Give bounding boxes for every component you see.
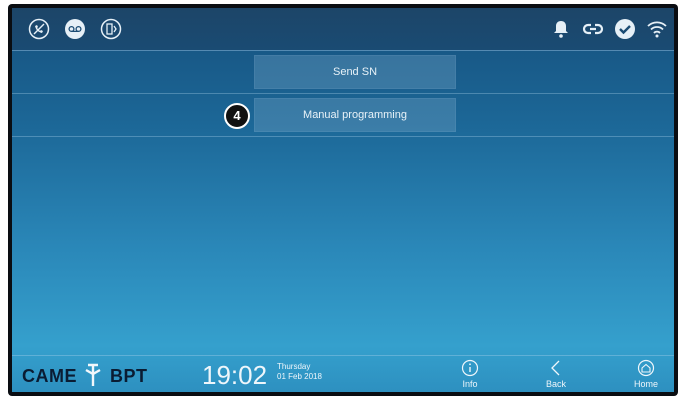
info-label: Info (462, 379, 478, 389)
home-icon (637, 359, 655, 377)
back-button[interactable]: Back (536, 359, 576, 389)
back-label: Back (545, 379, 566, 389)
step-badge: 4 (224, 103, 250, 129)
link-icon[interactable] (582, 18, 604, 40)
menu-row-send-sn: Send SN (12, 51, 674, 94)
clock-date: Thursday 01 Feb 2018 (277, 362, 322, 382)
clock-day: Thursday (277, 362, 311, 371)
info-icon (461, 359, 479, 377)
brand-came: CAME (22, 366, 77, 386)
check-icon[interactable] (614, 18, 636, 40)
info-button[interactable]: Info (450, 359, 490, 389)
status-bar (12, 8, 674, 50)
wifi-icon[interactable] (646, 18, 668, 40)
voicemail-icon[interactable] (64, 18, 86, 40)
device-frame: Send SN 4 Manual programming CAME BPT 19… (8, 4, 678, 396)
clock-time: 19:02 (202, 360, 268, 390)
screen: Send SN 4 Manual programming CAME BPT 19… (12, 8, 674, 392)
brand-bpt: BPT (110, 366, 148, 386)
door-icon[interactable] (100, 18, 122, 40)
clock-full-date: 01 Feb 2018 (277, 372, 322, 381)
bell-icon[interactable] (550, 18, 572, 40)
bottom-bar: CAME BPT 19:02 Thursday 01 Feb 2018 Info… (12, 355, 674, 392)
home-button[interactable]: Home (626, 359, 666, 389)
manual-programming-button[interactable]: Manual programming (254, 98, 456, 132)
home-label: Home (633, 379, 658, 389)
brand-logo-icon (82, 362, 104, 388)
back-icon (551, 360, 560, 376)
no-phone-icon[interactable] (28, 18, 50, 40)
send-sn-button[interactable]: Send SN (254, 55, 456, 89)
menu-row-manual-programming: 4 Manual programming (12, 94, 674, 137)
